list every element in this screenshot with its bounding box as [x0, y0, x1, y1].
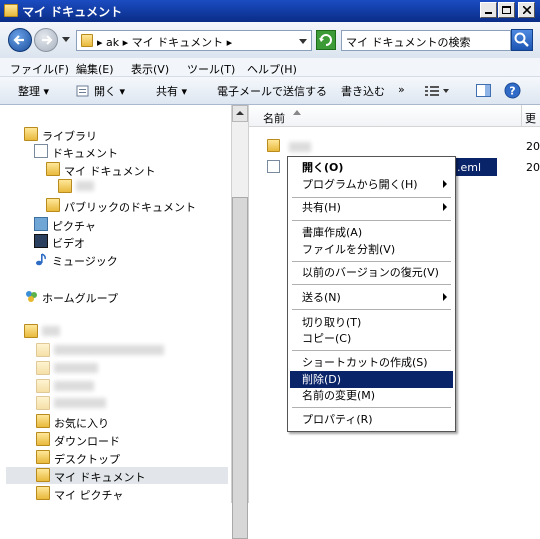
email-button[interactable]: 電子メールで送信する: [217, 83, 327, 99]
organize-button[interactable]: 整理 ▾: [18, 83, 49, 99]
scroll-up-button[interactable]: [232, 105, 248, 122]
navigation-scrollbar[interactable]: [231, 105, 248, 539]
context-send-to[interactable]: 送る(N): [290, 289, 453, 306]
folder-icon: [36, 396, 50, 410]
library-icon: [24, 127, 38, 141]
menu-edit[interactable]: 編集(E): [76, 61, 114, 77]
context-create-shortcut[interactable]: ショートカットの作成(S): [290, 354, 453, 371]
refresh-button[interactable]: [316, 30, 336, 50]
menu-view[interactable]: 表示(V): [131, 61, 169, 77]
downloads-icon: [36, 432, 50, 446]
minimize-icon: [484, 12, 492, 14]
address-bar-area: ▸ ak ▸ マイ ドキュメント ▸ マイ ドキュメントの検索: [0, 22, 540, 58]
context-rename[interactable]: 名前の変更(M): [290, 387, 453, 404]
sort-ascending-icon: [293, 110, 301, 115]
file-row-folder[interactable]: 20: [263, 137, 540, 155]
folder-icon: [46, 162, 60, 176]
burn-button[interactable]: 書き込む: [341, 83, 385, 99]
context-share[interactable]: 共有(H): [290, 199, 453, 216]
window-title: マイ ドキュメント: [22, 5, 123, 19]
favorites-icon: [36, 414, 50, 428]
search-icon: [514, 32, 529, 47]
back-button[interactable]: [8, 28, 32, 52]
forward-arrow-icon: [42, 35, 53, 45]
email-file-icon: [267, 160, 280, 173]
context-properties[interactable]: プロパティ(R): [290, 411, 453, 428]
folder-icon: [36, 361, 50, 375]
share-button[interactable]: 共有 ▾: [156, 83, 187, 99]
folder-icon: [46, 198, 60, 212]
context-cut[interactable]: 切り取り(T): [290, 314, 453, 331]
folder-icon: [36, 343, 50, 357]
menu-help[interactable]: ヘルプ(H): [247, 61, 297, 77]
context-restore-versions[interactable]: 以前のバージョンの復元(V): [290, 264, 453, 281]
help-icon[interactable]: ?: [504, 82, 521, 102]
close-icon: [522, 6, 531, 14]
close-button[interactable]: [518, 2, 535, 18]
minimize-button[interactable]: [480, 2, 497, 18]
folder-icon: [267, 139, 280, 152]
column-header: 名前 更: [249, 105, 540, 127]
navigation-pane: ライブラリ ドキュメント マイ ドキュメント パブリックのドキュメント ピクチャ…: [0, 105, 231, 503]
column-name[interactable]: 名前: [263, 110, 285, 126]
menu-tools[interactable]: ツール(T): [187, 61, 235, 77]
back-arrow-icon: [13, 35, 24, 45]
preview-pane-icon[interactable]: [476, 84, 492, 101]
user-folder-icon: [24, 324, 38, 338]
folder-icon: [58, 179, 72, 193]
context-open-with[interactable]: プログラムから開く(H): [290, 176, 453, 193]
submenu-arrow-icon: [443, 203, 447, 211]
maximize-button[interactable]: [498, 2, 515, 18]
address-path: ▸ ak ▸ マイ ドキュメント ▸: [97, 36, 233, 49]
address-box[interactable]: ▸ ak ▸ マイ ドキュメント ▸: [76, 30, 312, 51]
chevron-down-icon[interactable]: [299, 34, 307, 46]
history-dropdown-icon[interactable]: [62, 37, 70, 42]
music-icon: [34, 252, 48, 266]
folder-icon: [36, 486, 50, 500]
command-bar: 整理 ▾ 開く ▾ 共有 ▾ 電子メールで送信する 書き込む » ?: [0, 77, 540, 105]
refresh-icon: [319, 34, 332, 46]
homegroup-icon: [24, 289, 38, 303]
context-create-archive[interactable]: 書庫作成(A): [290, 224, 453, 241]
nav-my-documents-selected[interactable]: マイ ドキュメント: [6, 467, 228, 484]
menu-file[interactable]: ファイル(F): [10, 61, 69, 77]
context-menu: 開く(O) プログラムから開く(H) 共有(H) 書庫作成(A) ファイルを分割…: [287, 156, 456, 432]
forward-button[interactable]: [34, 28, 58, 52]
videos-icon: [34, 234, 48, 248]
folder-icon: [36, 468, 50, 482]
documents-library-icon: [34, 144, 48, 158]
search-button[interactable]: [511, 29, 533, 51]
context-copy[interactable]: コピー(C): [290, 330, 453, 347]
desktop-icon: [36, 450, 50, 464]
file-row-eml-highlight[interactable]: .eml: [455, 158, 497, 176]
open-button[interactable]: 開く ▾: [94, 83, 125, 99]
context-delete[interactable]: 削除(D): [290, 371, 453, 388]
folder-icon: [4, 4, 18, 17]
column-date[interactable]: 更: [525, 110, 536, 126]
menu-bar: ファイル(F) 編集(E) 表示(V) ツール(T) ヘルプ(H): [0, 58, 540, 77]
submenu-arrow-icon: [443, 293, 447, 301]
scroll-thumb[interactable]: [232, 197, 248, 539]
open-icon: [76, 84, 90, 97]
submenu-arrow-icon: [443, 180, 447, 188]
more-commands-button[interactable]: »: [398, 83, 405, 96]
folder-icon: [81, 34, 93, 47]
title-bar: マイ ドキュメント: [0, 0, 540, 22]
view-options-icon[interactable]: [424, 84, 450, 101]
file-name: .eml: [457, 161, 482, 174]
pictures-icon: [34, 217, 48, 231]
maximize-icon: [502, 6, 511, 14]
svg-text:?: ?: [509, 85, 515, 98]
context-split-file[interactable]: ファイルを分割(V): [290, 241, 453, 258]
folder-icon: [36, 379, 50, 393]
context-open[interactable]: 開く(O): [290, 159, 453, 176]
search-input[interactable]: マイ ドキュメントの検索: [341, 30, 511, 51]
